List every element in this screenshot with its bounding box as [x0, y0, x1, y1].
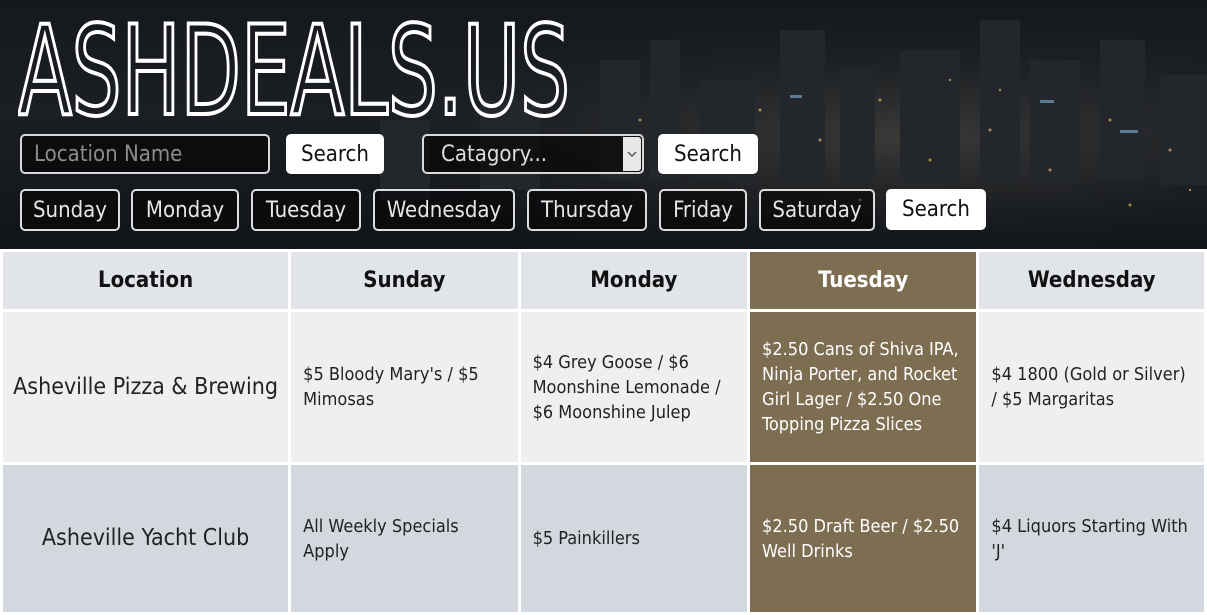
- category-select[interactable]: Catagory...: [422, 134, 644, 174]
- deal-cell-wednesday: $4 1800 (Gold or Silver) / $5 Margaritas: [976, 309, 1207, 465]
- deal-cell-sunday: $5 Bloody Mary's / $5 Mimosas: [288, 309, 521, 465]
- day-button-saturday[interactable]: Saturday: [759, 189, 875, 231]
- deal-cell-tuesday: $2.50 Draft Beer / $2.50 Well Drinks: [747, 462, 980, 615]
- day-button-sunday[interactable]: Sunday: [20, 189, 120, 231]
- day-button-friday[interactable]: Friday: [659, 189, 747, 231]
- chevron-down-icon: [623, 137, 641, 171]
- day-button-tuesday[interactable]: Tuesday: [251, 189, 361, 231]
- location-cell[interactable]: Asheville Yacht Club: [0, 462, 292, 615]
- site-header: ASHDEALS.US Search Catagory... Search Su…: [0, 0, 1207, 249]
- deal-cell-tuesday: $2.50 Cans of Shiva IPA, Ninja Porter, a…: [747, 309, 980, 465]
- day-button-wednesday[interactable]: Wednesday: [373, 189, 515, 231]
- table-row: Asheville Yacht Club All Weekly Specials…: [0, 462, 1207, 615]
- column-header-monday: Monday: [517, 249, 751, 312]
- category-select-value: Catagory...: [441, 141, 548, 167]
- deal-cell-monday: $4 Grey Goose / $6 Moonshine Lemonade / …: [517, 309, 751, 465]
- category-search-button[interactable]: Search: [658, 134, 758, 174]
- day-button-monday[interactable]: Monday: [131, 189, 239, 231]
- deal-cell-sunday: All Weekly Specials Apply: [288, 462, 521, 615]
- location-cell[interactable]: Asheville Pizza & Brewing: [0, 309, 292, 465]
- day-search-button[interactable]: Search: [886, 189, 986, 230]
- site-logo[interactable]: ASHDEALS.US: [18, 6, 578, 121]
- table-header-row: Location Sunday Monday Tuesday Wednesday: [0, 249, 1207, 312]
- column-header-wednesday: Wednesday: [976, 249, 1207, 312]
- deal-cell-wednesday: $4 Liquors Starting With 'J': [976, 462, 1207, 615]
- column-header-location: Location: [0, 249, 292, 312]
- day-button-thursday[interactable]: Thursday: [527, 189, 647, 231]
- location-name-input[interactable]: [20, 134, 270, 174]
- column-header-tuesday: Tuesday: [747, 249, 980, 312]
- deals-table: Location Sunday Monday Tuesday Wednesday…: [0, 249, 1207, 615]
- table-row: Asheville Pizza & Brewing $5 Bloody Mary…: [0, 309, 1207, 465]
- deal-cell-monday: $5 Painkillers: [517, 462, 751, 615]
- column-header-sunday: Sunday: [288, 249, 521, 312]
- svg-text:ASHDEALS.US: ASHDEALS.US: [18, 6, 570, 121]
- location-search-button[interactable]: Search: [286, 134, 384, 174]
